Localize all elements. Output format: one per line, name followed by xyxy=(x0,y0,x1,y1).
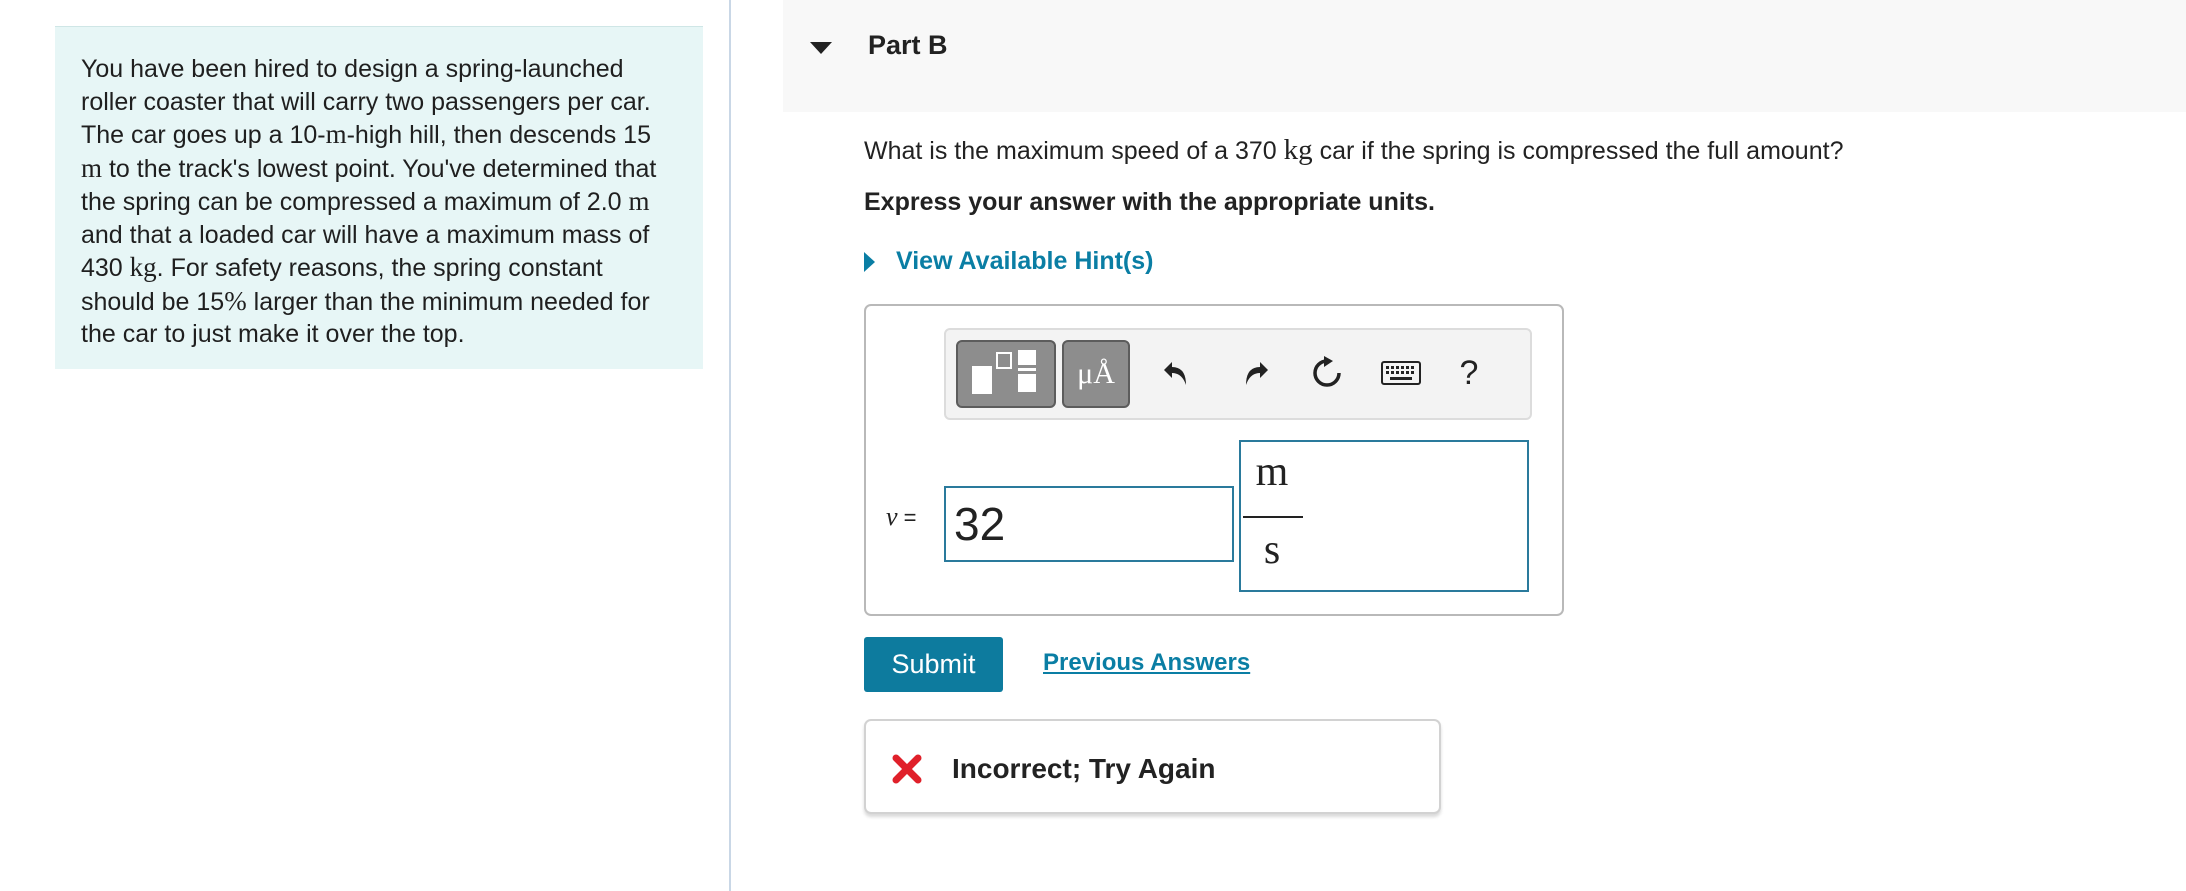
undo-button[interactable] xyxy=(1154,350,1200,396)
unit-numerator: m xyxy=(1255,449,1289,495)
keyboard-button[interactable] xyxy=(1378,350,1424,396)
problem-unit: kg xyxy=(129,252,157,282)
equals-sign: = xyxy=(897,505,917,530)
variable-label: v = xyxy=(886,502,917,532)
feedback-box: Incorrect; Try Again xyxy=(864,719,1441,814)
answer-instruction: Express your answer with the appropriate… xyxy=(864,188,1435,216)
template-box-icon xyxy=(996,352,1012,369)
problem-unit: m xyxy=(81,152,103,183)
reset-icon xyxy=(1313,356,1341,387)
variable-symbol: v xyxy=(886,502,898,531)
view-hints-label[interactable]: View Available Hint(s) xyxy=(896,247,1153,276)
help-label[interactable]: ? xyxy=(1460,354,1479,393)
template-block-icon xyxy=(972,366,992,394)
answer-value-input[interactable]: 32 xyxy=(944,486,1234,562)
units-button[interactable]: μÅ xyxy=(1062,340,1130,408)
template-fraction-bar-icon xyxy=(1018,368,1036,371)
problem-text-segment: -high hill, then descends 15 xyxy=(346,121,651,149)
problem-unit: m xyxy=(628,186,650,216)
answer-units-input[interactable]: m s xyxy=(1239,440,1529,592)
unit-denominator: s xyxy=(1263,527,1281,573)
expand-caret-icon[interactable] xyxy=(864,251,875,272)
part-title: Part B xyxy=(868,30,948,60)
keyboard-icon xyxy=(1381,361,1421,385)
question-text: What is the maximum speed of a 370 kg ca… xyxy=(864,134,1843,167)
problem-statement-panel: You have been hired to design a spring-l… xyxy=(55,26,703,369)
redo-button[interactable] xyxy=(1232,350,1278,396)
redo-icon xyxy=(1246,362,1268,385)
math-toolbar: μÅ ? xyxy=(944,328,1532,420)
column-divider xyxy=(729,0,731,891)
problem-text-segment: to the track's lowest point. You've dete… xyxy=(81,154,657,217)
unit-fraction-bar xyxy=(1243,516,1303,518)
problem-unit: m xyxy=(325,119,347,149)
problem-unit: % xyxy=(224,285,247,316)
collapse-caret-icon[interactable] xyxy=(810,42,832,54)
previous-answers-link[interactable]: Previous Answers xyxy=(1043,649,1250,677)
undo-icon xyxy=(1164,362,1186,385)
feedback-text: Incorrect; Try Again xyxy=(952,753,1216,784)
x-mark-icon xyxy=(892,754,922,784)
problem-statement-text: You have been hired to design a spring-l… xyxy=(81,53,677,351)
question-text-end: car if the spring is compressed the full… xyxy=(1312,137,1844,165)
question-unit: kg xyxy=(1283,134,1313,166)
view-hints-toggle[interactable]: View Available Hint(s) xyxy=(864,247,1153,276)
help-button[interactable]: ? xyxy=(1446,350,1492,396)
submit-button[interactable]: Submit xyxy=(864,637,1003,692)
answer-entry-box: μÅ ? v = 32 m s xyxy=(864,304,1564,616)
question-text-start: What is the maximum speed of a 370 xyxy=(864,137,1284,165)
part-header[interactable]: Part B xyxy=(783,0,2186,112)
templates-button[interactable] xyxy=(956,340,1056,408)
template-fraction-top-icon xyxy=(1018,350,1036,365)
reset-button[interactable] xyxy=(1304,350,1350,396)
template-fraction-bottom-icon xyxy=(1018,374,1036,392)
units-glyph: μÅ xyxy=(1077,357,1115,390)
